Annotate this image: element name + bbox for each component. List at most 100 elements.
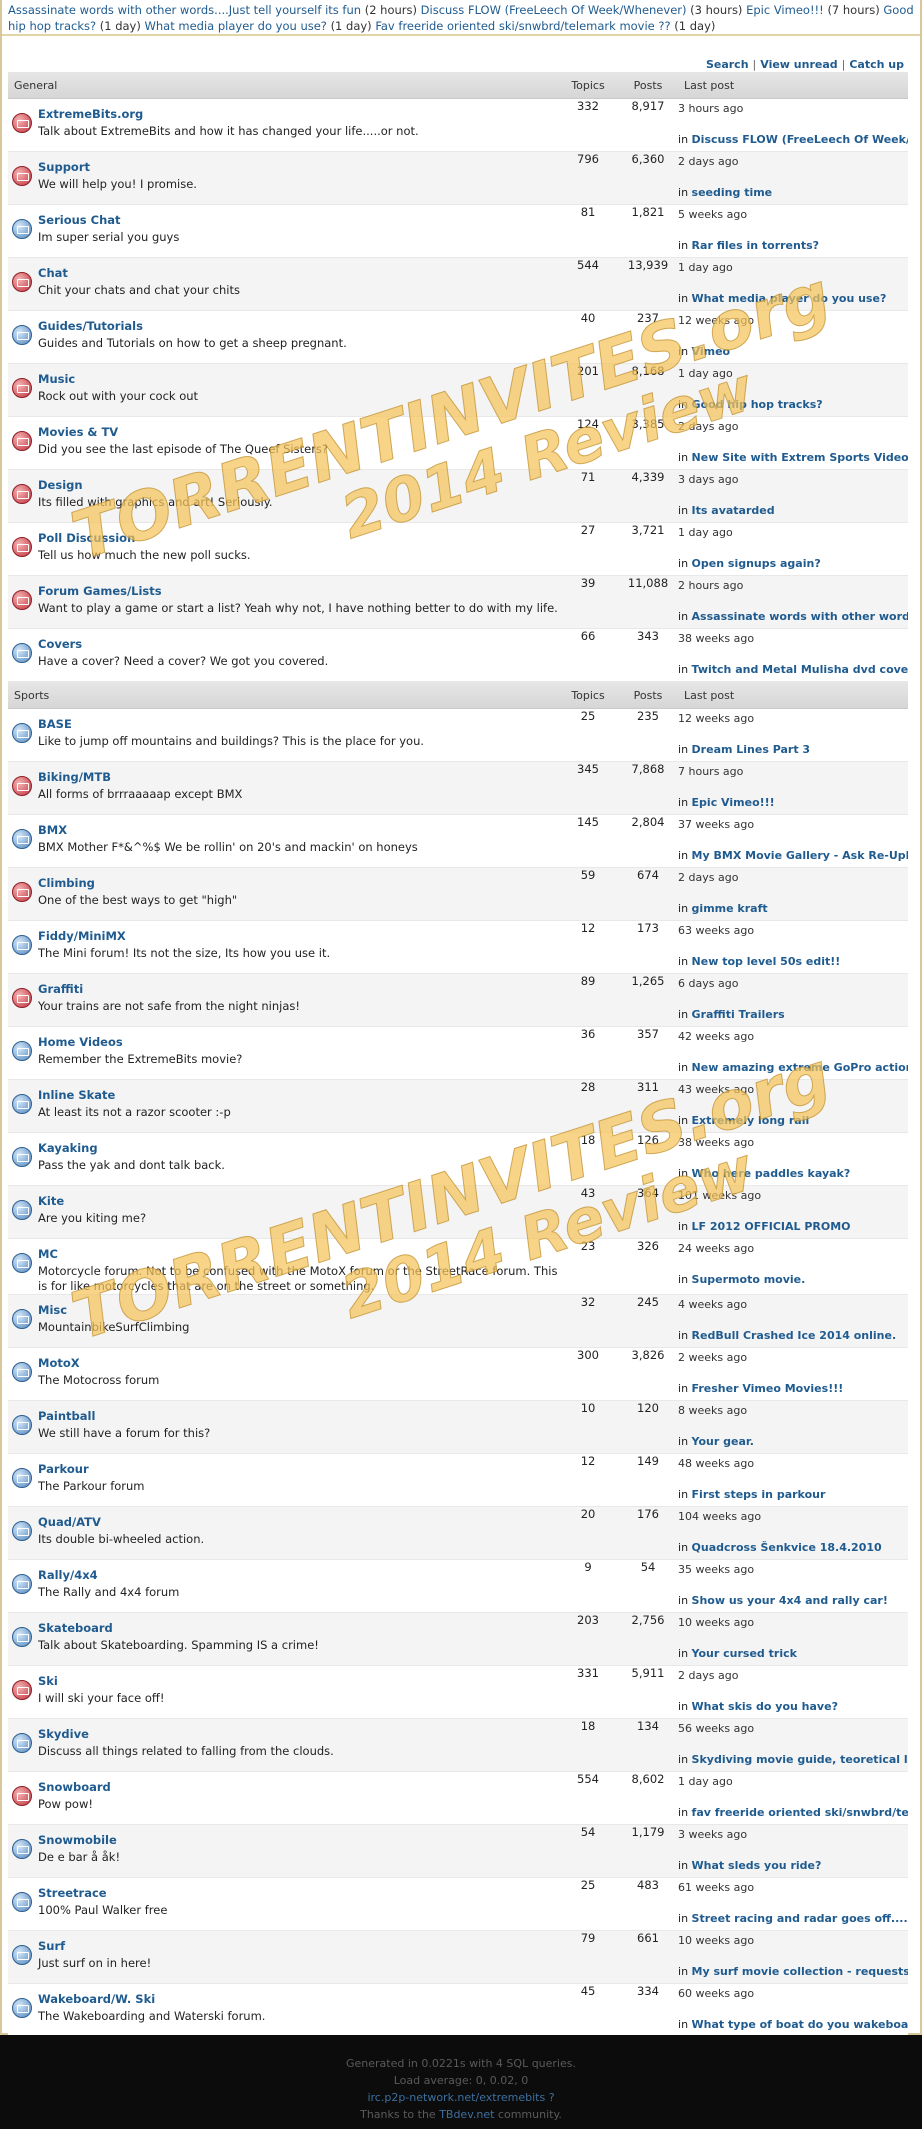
last-post-topic-link[interactable]: What media player do you use? [692, 292, 887, 305]
forum-name-link[interactable]: Skydive [38, 1727, 558, 1741]
forum-name-link[interactable]: ExtremeBits.org [38, 107, 558, 121]
tbdev-link[interactable]: TBdev.net [439, 2108, 494, 2121]
forum-name-link[interactable]: Misc [38, 1303, 558, 1317]
section-title: Sports [8, 682, 559, 709]
forum-info-cell: Surf Just surf on in here! [38, 1930, 559, 1984]
last-post-topic-link[interactable]: Who here paddles kayak? [692, 1167, 851, 1180]
forum-name-link[interactable]: Kite [38, 1194, 558, 1208]
ticker-topic-link[interactable]: Discuss FLOW (FreeLeech Of Week/Whenever… [421, 3, 687, 17]
last-post-topic-link[interactable]: First steps in parkour [692, 1488, 826, 1501]
unread-forum-icon [12, 590, 32, 610]
forum-name-link[interactable]: Paintball [38, 1409, 558, 1423]
last-post-topic-link[interactable]: My BMX Movie Gallery - Ask Re-Upload's [692, 849, 908, 862]
forum-name-link[interactable]: Guides/Tutorials [38, 319, 558, 333]
forum-status-cell [8, 1453, 38, 1507]
forum-row: Fiddy/MiniMX The Mini forum! Its not the … [8, 920, 909, 974]
last-post-topic-link[interactable]: Skydiving movie guide, teoretical lesson… [692, 1753, 908, 1766]
read-forum-icon [12, 1309, 32, 1329]
ticker-topic-link[interactable]: Assassinate words with other words....Ju… [8, 3, 361, 17]
last-post-topic-link[interactable]: New top level 50s edit!! [692, 955, 841, 968]
forum-name-link[interactable]: Poll Discussion [38, 531, 558, 545]
last-post-topic-link[interactable]: Epic Vimeo!!! [692, 796, 775, 809]
forum-name-link[interactable]: Design [38, 478, 558, 492]
last-post-topic-link[interactable]: Your cursed trick [692, 1647, 797, 1660]
ticker-topic-link[interactable]: What media player do you use? [145, 19, 327, 33]
forum-name-link[interactable]: Graffiti [38, 982, 558, 996]
last-post-topic-link[interactable]: New amazing extreme GoPro action video +… [692, 1061, 908, 1074]
forum-name-link[interactable]: Chat [38, 266, 558, 280]
last-post-topic-link[interactable]: gimme kraft [692, 902, 768, 915]
forum-name-link[interactable]: Fiddy/MiniMX [38, 929, 558, 943]
last-post-topic-link[interactable]: Your gear. [692, 1435, 754, 1448]
last-post-topic-link[interactable]: LF 2012 OFFICIAL PROMO [692, 1220, 851, 1233]
forum-name-link[interactable]: Rally/4x4 [38, 1568, 558, 1582]
catch-up-link[interactable]: Catch up [849, 58, 904, 71]
last-post-topic-link[interactable]: Open signups again? [692, 557, 821, 570]
irc-link[interactable]: irc.p2p-network.net/extremebits ? [367, 2091, 554, 2104]
search-link[interactable]: Search [706, 58, 749, 71]
last-post-topic-link[interactable]: Fresher Vimeo Movies!!! [692, 1382, 844, 1395]
last-post-topic-link[interactable]: What sleds you ride? [692, 1859, 822, 1872]
last-post-topic-link[interactable]: Vimeo [692, 345, 731, 358]
forum-name-link[interactable]: Support [38, 160, 558, 174]
forum-name-link[interactable]: Ski [38, 1674, 558, 1688]
unread-forum-icon [12, 166, 32, 186]
last-post-time: 63 weeks ago [678, 924, 755, 937]
forum-name-link[interactable]: MC [38, 1247, 558, 1261]
last-post-topic-link[interactable]: Quadcross Šenkvice 18.4.2010 [692, 1541, 882, 1554]
forum-name-link[interactable]: Skateboard [38, 1621, 558, 1635]
forum-name-link[interactable]: Wakeboard/W. Ski [38, 1992, 558, 2006]
forum-name-link[interactable]: BASE [38, 717, 558, 731]
forum-name-link[interactable]: Inline Skate [38, 1088, 558, 1102]
last-post-topic-link[interactable]: Discuss FLOW (FreeLeech Of Week/Whenever… [692, 133, 908, 146]
forum-name-link[interactable]: BMX [38, 823, 558, 837]
forum-name-link[interactable]: Snowboard [38, 1780, 558, 1794]
last-post-topic-link[interactable]: What type of boat do you wakeboard behin… [692, 2018, 908, 2031]
forum-name-link[interactable]: Serious Chat [38, 213, 558, 227]
read-forum-icon [12, 829, 32, 849]
forum-name-link[interactable]: Parkour [38, 1462, 558, 1476]
forum-name-link[interactable]: Movies & TV [38, 425, 558, 439]
ticker-topic-link[interactable]: Fav freeride oriented ski/snwbrd/telemar… [375, 19, 670, 33]
forum-name-link[interactable]: Forum Games/Lists [38, 584, 558, 598]
ticker-topic-link[interactable]: Epic Vimeo!!! [746, 3, 824, 17]
forum-info-cell: Rally/4x4 The Rally and 4x4 forum [38, 1559, 559, 1613]
forum-posts-count: 8,168 [618, 363, 679, 417]
read-forum-icon [12, 1415, 32, 1435]
last-post-topic-link[interactable]: Supermoto movie. [692, 1273, 806, 1286]
last-post-topic-link[interactable]: Its avatarded [692, 504, 775, 517]
forum-name-link[interactable]: MotoX [38, 1356, 558, 1370]
last-post-topic-link[interactable]: RedBull Crashed Ice 2014 online. [692, 1329, 897, 1342]
forum-name-link[interactable]: Streetrace [38, 1886, 558, 1900]
last-post-topic-link[interactable]: My surf movie collection - requests? [692, 1965, 908, 1978]
last-post-topic-link[interactable]: Assassinate words with other words....Ju… [692, 610, 908, 623]
last-post-topic-link[interactable]: Twitch and Metal Mulisha dvd covers. [692, 663, 908, 676]
last-post-topic-link[interactable]: Dream Lines Part 3 [692, 743, 811, 756]
forum-name-link[interactable]: Biking/MTB [38, 770, 558, 784]
forum-name-link[interactable]: Kayaking [38, 1141, 558, 1155]
forum-name-link[interactable]: Snowmobile [38, 1833, 558, 1847]
last-post-topic-link[interactable]: fav freeride oriented ski/snwbrd/telemar… [692, 1806, 908, 1819]
forum-name-link[interactable]: Music [38, 372, 558, 386]
last-post-topic-link[interactable]: What skis do you have? [692, 1700, 838, 1713]
last-post-topic-link[interactable]: New Site with Extrem Sports Videos [692, 451, 908, 464]
forum-description: De e bar å åk! [38, 1850, 121, 1864]
last-post-topic-link[interactable]: Graffiti Trailers [692, 1008, 785, 1021]
forum-name-link[interactable]: Home Videos [38, 1035, 558, 1049]
forum-topics-count: 54 [558, 1824, 619, 1878]
last-post-topic-link[interactable]: Street racing and radar goes off..... [692, 1912, 908, 1925]
forum-name-link[interactable]: Surf [38, 1939, 558, 1953]
last-post-topic-link[interactable]: Extremely long rail [692, 1114, 810, 1127]
forum-name-link[interactable]: Climbing [38, 876, 558, 890]
view-unread-link[interactable]: View unread [760, 58, 837, 71]
forum-topics-count: 544 [558, 257, 619, 311]
unread-forum-icon [12, 113, 32, 133]
last-post-topic-link[interactable]: Rar files in torrents? [692, 239, 819, 252]
forum-name-link[interactable]: Quad/ATV [38, 1515, 558, 1529]
last-post-topic-link[interactable]: Good hip hop tracks? [692, 398, 823, 411]
forum-name-link[interactable]: Covers [38, 637, 558, 651]
last-post-cell: 3 hours ago in Discuss FLOW (FreeLeech Of… [678, 98, 909, 152]
forum-row: Ski I will ski your face off! 331 5,911 2 da… [8, 1665, 909, 1719]
last-post-topic-link[interactable]: seeding time [692, 186, 773, 199]
last-post-topic-link[interactable]: Show us your 4x4 and rally car! [692, 1594, 888, 1607]
